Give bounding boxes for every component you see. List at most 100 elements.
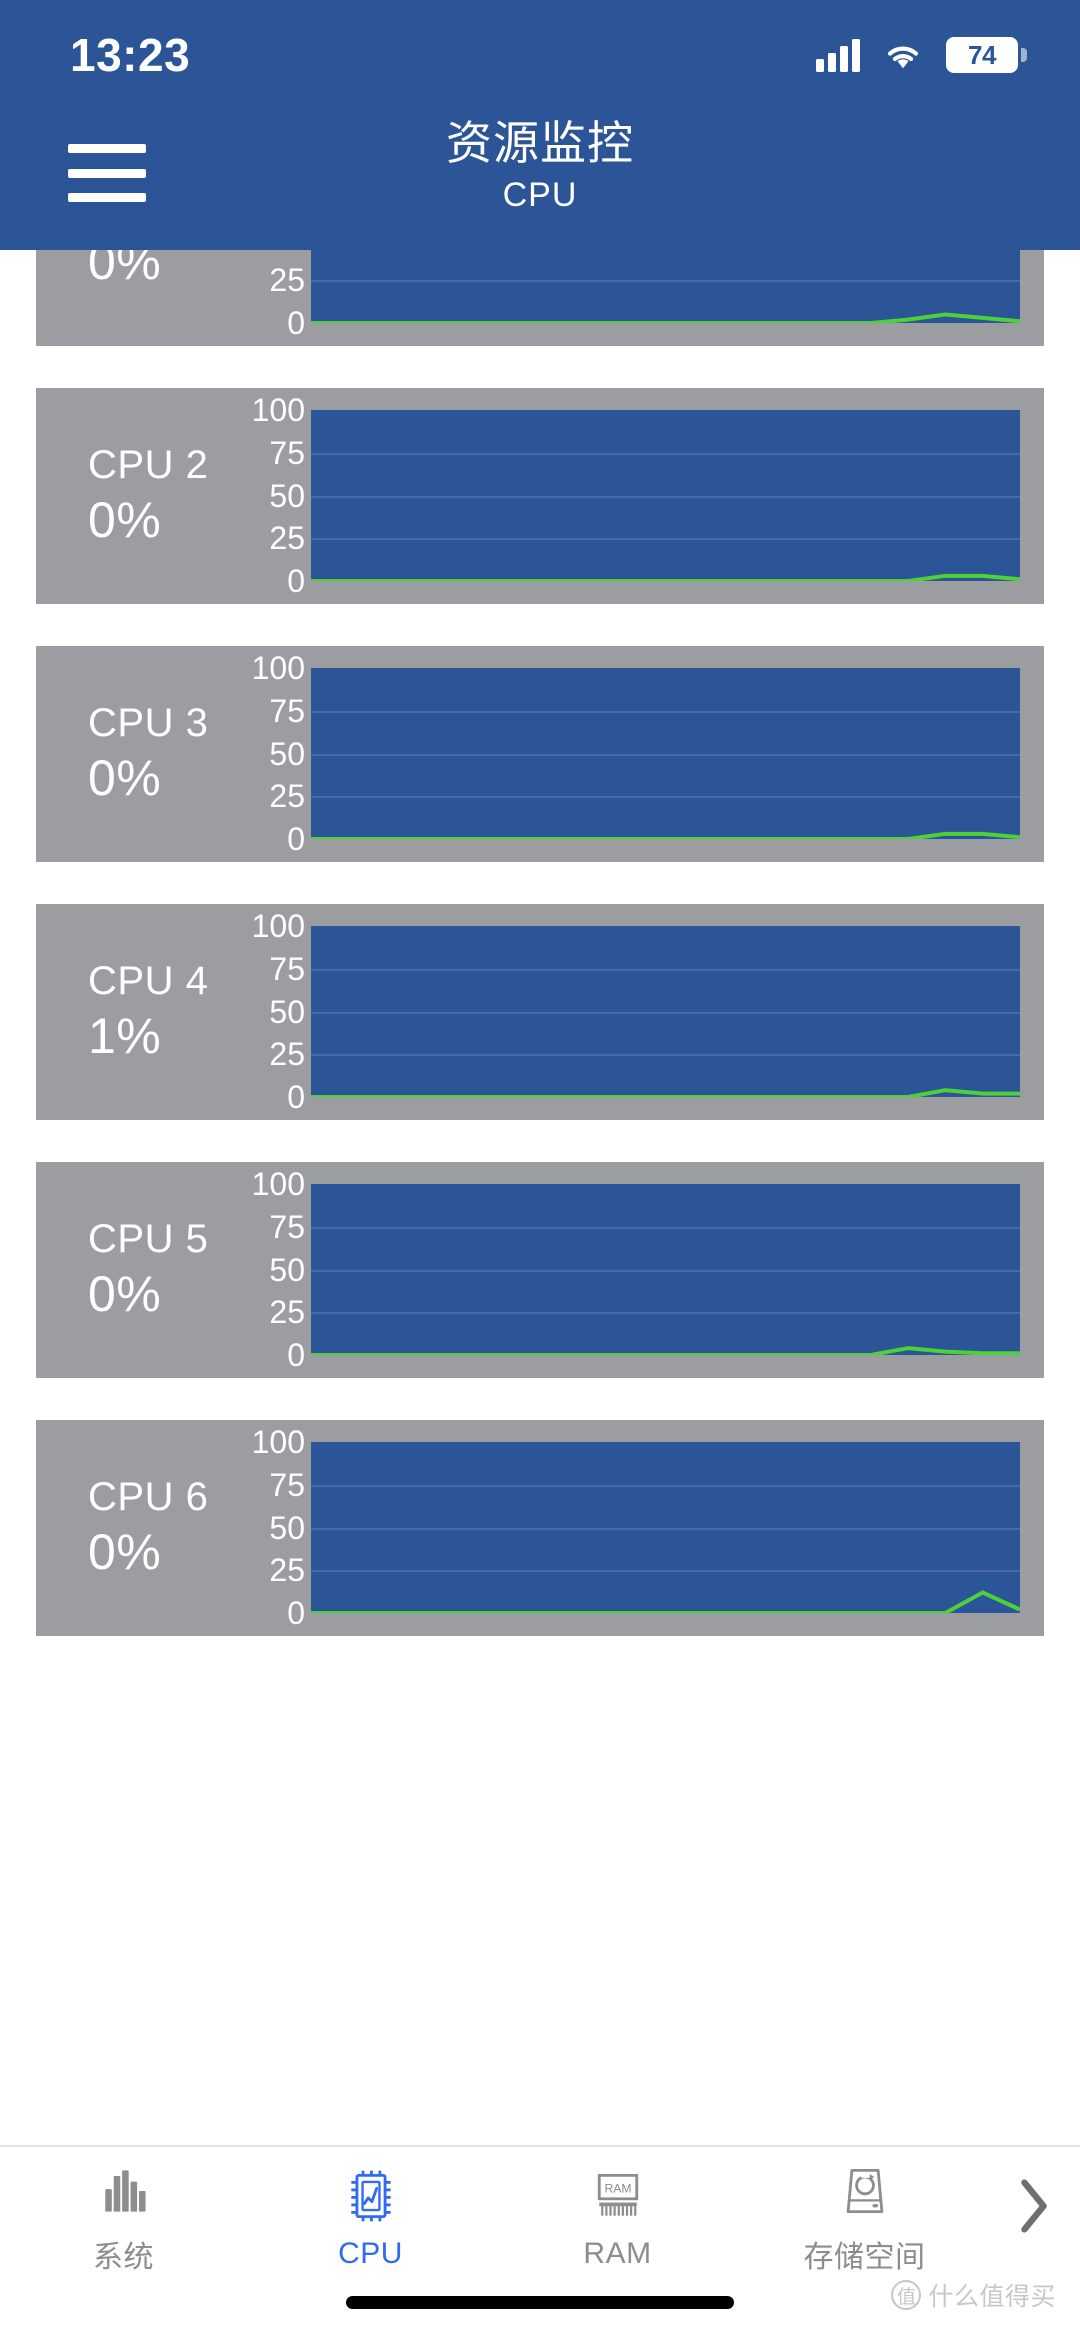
battery-level-label: 74 [968, 39, 996, 70]
cpu-usage-chart [311, 1442, 1020, 1613]
tab-icon-wrapper: RAM [588, 2164, 648, 2228]
cellular-signal-icon [816, 38, 860, 72]
cpu-core-card[interactable]: CPU 5 0% 100 75 50 25 0 [36, 1162, 1044, 1378]
cpu-core-label-group: CPU 6 0% [36, 1420, 226, 1636]
cpu-usage-chart [311, 410, 1020, 581]
cpu-usage-trace [311, 1442, 1020, 1613]
y-axis-tick: 0 [287, 305, 305, 341]
cpu-core-label-group: CPU 2 0% [36, 388, 226, 604]
cpu-core-label-group: CPU 4 1% [36, 904, 226, 1120]
y-axis: 100 75 50 25 0 [226, 1162, 311, 1378]
watermark: 值 什么值得买 [891, 2277, 1056, 2313]
tab-label: CPU [338, 2236, 403, 2270]
battery-indicator: 74 [946, 37, 1027, 73]
tab-icon-wrapper [94, 2159, 154, 2223]
cpu-core-card[interactable]: CPU 6 0% 100 75 50 25 0 [36, 1420, 1044, 1636]
app-bar-titles: 资源监控 CPU [0, 114, 1080, 217]
y-axis-tick: 75 [269, 1466, 305, 1503]
cpu-usage-trace [311, 668, 1020, 839]
y-axis: 100 75 50 25 0 [226, 388, 311, 604]
y-axis-tick: 25 [269, 1552, 305, 1589]
cpu-core-usage: 0% [88, 1265, 162, 1322]
tab-bar-chart[interactable]: 系统 [0, 2159, 247, 2276]
watermark-text: 什么值得买 [928, 2283, 1056, 2311]
y-axis-tick: 25 [269, 262, 305, 299]
ram-stick-icon: RAM [597, 2173, 638, 2216]
tab-icon-wrapper [835, 2159, 895, 2223]
y-axis-tick: 100 [251, 1166, 305, 1202]
y-axis-tick: 100 [251, 908, 305, 944]
cpu-usage-trace [311, 1184, 1020, 1355]
y-axis-tick: 0 [287, 1595, 305, 1631]
cpu-core-name: CPU 2 [88, 443, 209, 488]
wifi-icon [887, 46, 919, 69]
cpu-core-name: CPU 3 [88, 701, 209, 746]
y-axis-tick: 100 [251, 392, 305, 428]
bar-chart-icon [104, 2169, 146, 2212]
cpu-core-card[interactable]: CPU 3 0% 100 75 50 25 0 [36, 646, 1044, 862]
y-axis-tick: 25 [269, 778, 305, 815]
cpu-core-name: CPU 6 [88, 1475, 209, 1520]
cpu-core-usage: 0% [88, 749, 162, 806]
tab-bar: 系统 CPU RAM RAM 存储空间 [0, 2147, 1080, 2287]
cpu-core-name: CPU 4 [88, 959, 209, 1004]
y-axis-tick: 0 [287, 1337, 305, 1373]
tab-icon-wrapper [341, 2164, 401, 2228]
cpu-core-usage: 1% [88, 1007, 162, 1064]
status-bar-indicators: 74 [816, 37, 1027, 73]
cpu-usage-chart [311, 668, 1020, 839]
cpu-core-list[interactable]: CPU 10%1007550250CPU 20%1007550250CPU 30… [0, 0, 1080, 2145]
tab-hard-disk[interactable]: 存储空间 [741, 2159, 988, 2276]
y-axis-tick: 0 [287, 1079, 305, 1115]
y-axis-tick: 50 [269, 1509, 305, 1546]
y-axis-tick: 50 [269, 1251, 305, 1288]
y-axis-tick: 25 [269, 1294, 305, 1331]
y-axis-tick: 25 [269, 1036, 305, 1073]
app-header: 13:23 74 资源监控 CPU [0, 0, 1080, 250]
y-axis-tick: 75 [269, 1208, 305, 1245]
cpu-core-card[interactable]: CPU 4 1% 100 75 50 25 0 [36, 904, 1044, 1120]
chevron-right-icon[interactable] [988, 2176, 1080, 2258]
cpu-usage-chart [311, 1184, 1020, 1355]
y-axis-tick: 0 [287, 821, 305, 857]
status-bar-clock: 13:23 [70, 29, 191, 81]
cpu-core-card[interactable]: CPU 2 0% 100 75 50 25 0 [36, 388, 1044, 604]
y-axis-tick: 75 [269, 950, 305, 987]
page-title: 资源监控 [446, 117, 634, 169]
cpu-core-usage: 0% [88, 1523, 162, 1580]
y-axis-tick: 25 [269, 520, 305, 557]
hard-disk-icon [846, 2168, 883, 2213]
cpu-core-usage: 0% [88, 491, 162, 548]
y-axis-tick: 100 [251, 650, 305, 686]
y-axis-tick: 100 [251, 1424, 305, 1460]
tab-ram-stick[interactable]: RAM RAM [494, 2164, 741, 2271]
tab-label: 系统 [93, 2240, 154, 2274]
cpu-usage-trace [311, 926, 1020, 1097]
cpu-core-label-group: CPU 5 0% [36, 1162, 226, 1378]
home-indicator [346, 2296, 734, 2309]
y-axis-tick: 0 [287, 563, 305, 599]
y-axis-tick: 75 [269, 692, 305, 729]
status-bar: 13:23 74 [0, 0, 1080, 110]
page-subtitle: CPU [502, 175, 578, 214]
y-axis-tick: 50 [269, 735, 305, 772]
app-bar: 资源监控 CPU [0, 110, 1080, 250]
y-axis-tick: 50 [269, 477, 305, 514]
cpu-core-label-group: CPU 3 0% [36, 646, 226, 862]
cpu-core-name: CPU 5 [88, 1217, 209, 1262]
y-axis: 100 75 50 25 0 [226, 1420, 311, 1636]
y-axis-tick: 50 [269, 993, 305, 1030]
y-axis-tick: 75 [269, 434, 305, 471]
tab-label: 存储空间 [803, 2240, 926, 2274]
watermark-badge: 值 [891, 2280, 922, 2310]
cpu-usage-trace [311, 410, 1020, 581]
y-axis: 100 75 50 25 0 [226, 646, 311, 862]
tab-label: RAM [583, 2236, 652, 2270]
cpu-chip-icon [350, 2170, 391, 2221]
tab-cpu-chip[interactable]: CPU [247, 2164, 494, 2271]
svg-text:RAM: RAM [604, 2181, 631, 2195]
cpu-usage-chart [311, 926, 1020, 1097]
bottom-navigation: 系统 CPU RAM RAM 存储空间 值 什么值得买 [0, 2145, 1080, 2337]
resource-monitor-app: CPU 10%1007550250CPU 20%1007550250CPU 30… [0, 0, 1080, 2337]
y-axis: 100 75 50 25 0 [226, 904, 311, 1120]
